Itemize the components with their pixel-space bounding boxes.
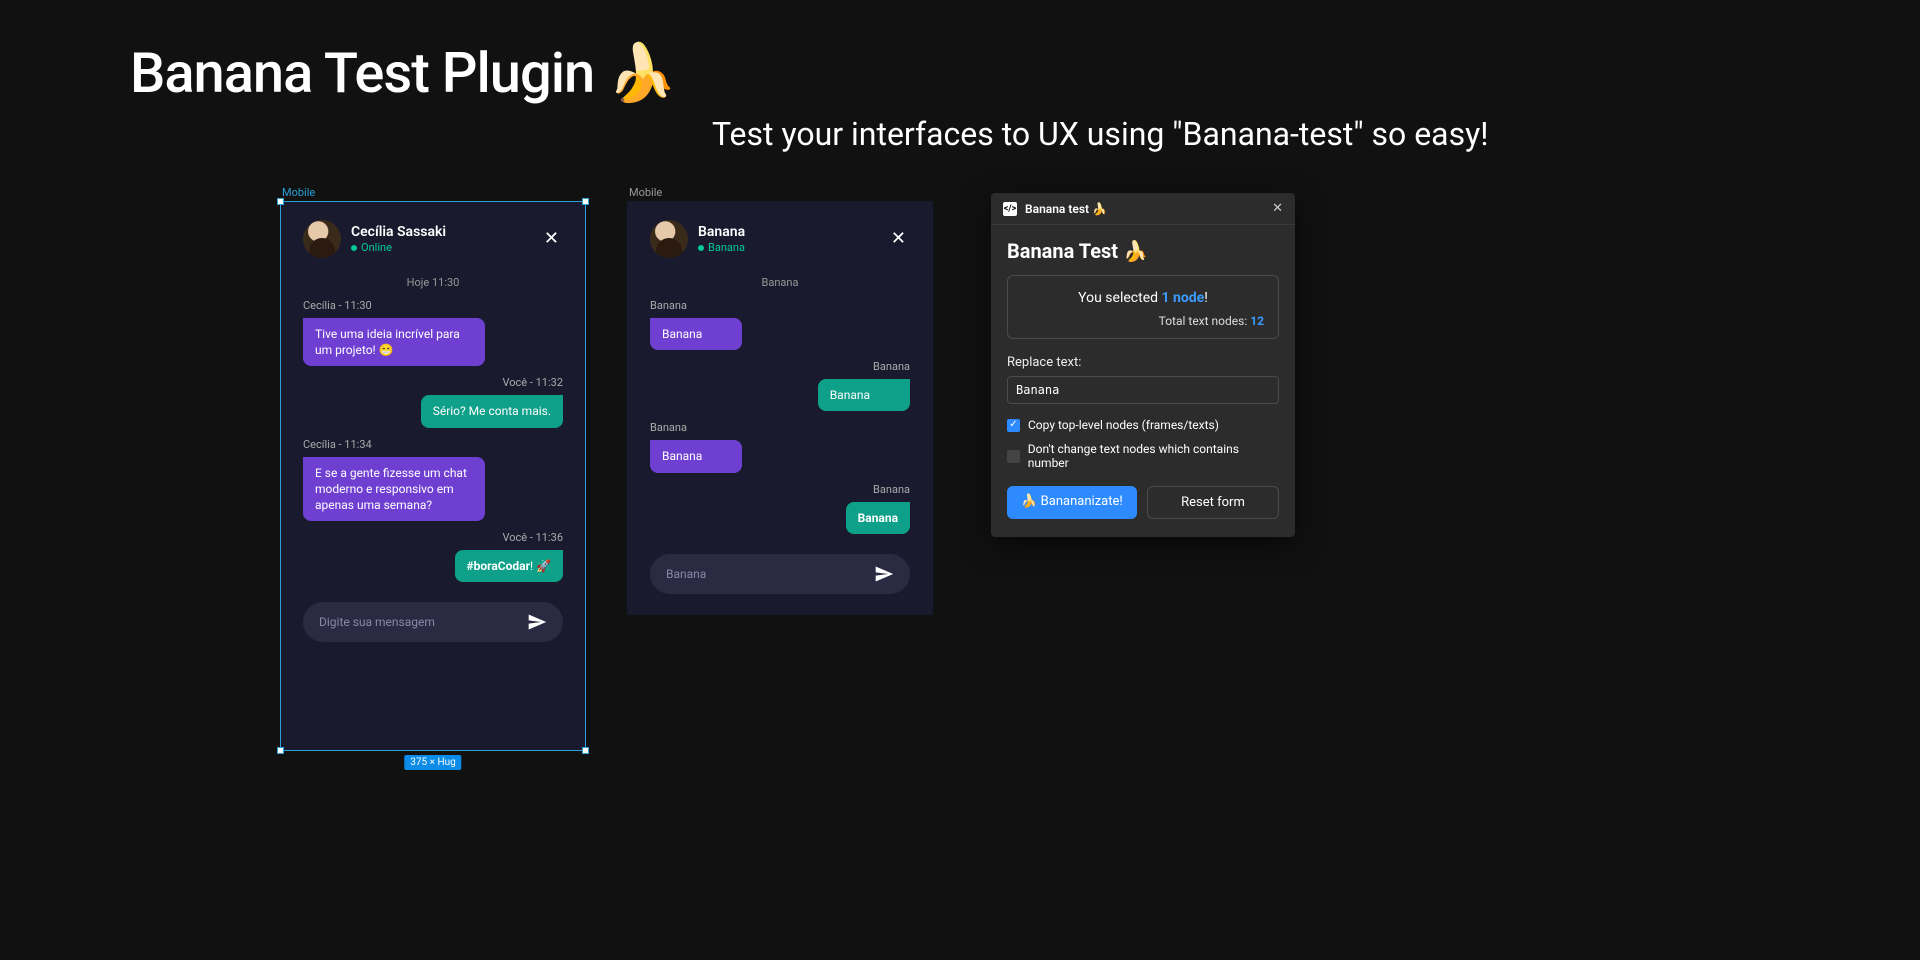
status-text: Banana — [708, 241, 745, 254]
message-bubble: Banana — [846, 502, 910, 534]
status-text: Online — [361, 241, 392, 254]
frame-label: Mobile — [280, 186, 586, 199]
replace-text-label: Replace text: — [1007, 355, 1279, 370]
selection-handle-icon[interactable] — [277, 198, 284, 205]
message-meta: Cecília - 11:30 — [303, 299, 563, 312]
message-bubble: E se a gente fizesse um chat moderno e r… — [303, 457, 485, 522]
page-subtitle: Test your interfaces to UX using "Banana… — [712, 115, 1488, 153]
close-icon[interactable]: ✕ — [1272, 201, 1283, 216]
message-bubble: Tive uma ideia incrível para um projeto!… — [303, 318, 485, 366]
contact-name: Banana — [698, 224, 877, 240]
selection-status-card: You selected 1 node! Total text nodes: 1… — [1007, 275, 1279, 339]
message-meta: Banana — [650, 299, 910, 312]
design-frame-original[interactable]: Mobile Cecília Sassaki Online ✕ Hoje 11:… — [280, 186, 586, 751]
input-placeholder: Digite sua mensagem — [319, 615, 515, 629]
message-meta: Banana — [650, 421, 910, 434]
plugin-window: </> Banana test 🍌 ✕ Banana Test 🍌 You se… — [991, 193, 1295, 537]
selection-handle-icon[interactable] — [582, 198, 589, 205]
checkbox-label: Don't change text nodes which contains n… — [1028, 442, 1279, 470]
status-dot-icon — [351, 245, 357, 251]
selection-status-text: You selected 1 node! — [1022, 290, 1264, 306]
contact-name: Cecília Sassaki — [351, 224, 530, 240]
banananizate-button[interactable]: 🍌 Banananizate! — [1007, 486, 1137, 519]
reset-form-button[interactable]: Reset form — [1147, 486, 1279, 519]
message-bubble: Banana — [650, 440, 742, 472]
message-bubble: Sério? Me conta mais. — [421, 395, 563, 427]
message-bubble: Banana — [818, 379, 910, 411]
plugin-heading: Banana Test 🍌 — [1007, 239, 1279, 263]
close-icon[interactable]: ✕ — [540, 226, 563, 252]
copy-top-level-checkbox[interactable]: ✓ Copy top-level nodes (frames/texts) — [1007, 418, 1279, 432]
replace-text-input[interactable] — [1007, 376, 1279, 404]
avatar — [303, 220, 341, 258]
message-meta: Banana — [650, 483, 910, 496]
checkbox-checked-icon: ✓ — [1007, 419, 1020, 432]
checkbox-label: Copy top-level nodes (frames/texts) — [1028, 418, 1219, 432]
message-meta: Cecília - 11:34 — [303, 438, 563, 451]
chat-mockup: Banana Banana ✕ Banana Banana Banana Ban… — [627, 201, 933, 615]
input-placeholder: Banana — [666, 567, 862, 581]
design-frame-bananized[interactable]: Mobile Banana Banana ✕ Banana Banana Ban… — [627, 186, 933, 615]
selection-handle-icon[interactable] — [582, 747, 589, 754]
message-bubble: #boraCodar! 🚀 — [455, 550, 563, 582]
close-icon[interactable]: ✕ — [887, 226, 910, 252]
message-bubble: Banana — [650, 318, 742, 350]
chat-mockup: Cecília Sassaki Online ✕ Hoje 11:30 Cecí… — [280, 201, 586, 751]
date-separator: Banana — [650, 276, 910, 289]
page-title: Banana Test Plugin 🍌 — [130, 40, 676, 106]
date-separator: Hoje 11:30 — [303, 276, 563, 289]
selection-handle-icon[interactable] — [277, 747, 284, 754]
skip-numbers-checkbox[interactable]: Don't change text nodes which contains n… — [1007, 442, 1279, 470]
chat-input[interactable]: Banana — [650, 554, 910, 594]
status-dot-icon — [698, 245, 704, 251]
chat-header: Cecília Sassaki Online ✕ — [303, 220, 563, 258]
selection-size-badge: 375 × Hug — [404, 755, 461, 770]
message-meta: Você - 11:36 — [303, 531, 563, 544]
chat-input[interactable]: Digite sua mensagem — [303, 602, 563, 642]
total-nodes-text: Total text nodes: 12 — [1022, 314, 1264, 328]
chat-header: Banana Banana ✕ — [650, 220, 910, 258]
plugin-titlebar[interactable]: </> Banana test 🍌 ✕ — [991, 193, 1295, 225]
message-meta: Banana — [650, 360, 910, 373]
send-icon[interactable] — [527, 612, 547, 632]
plugin-icon: </> — [1003, 202, 1017, 216]
frame-label: Mobile — [627, 186, 933, 199]
send-icon[interactable] — [874, 564, 894, 584]
message-meta: Você - 11:32 — [303, 376, 563, 389]
avatar — [650, 220, 688, 258]
checkbox-unchecked-icon — [1007, 450, 1020, 463]
plugin-titlebar-title: Banana test 🍌 — [1025, 202, 1264, 216]
